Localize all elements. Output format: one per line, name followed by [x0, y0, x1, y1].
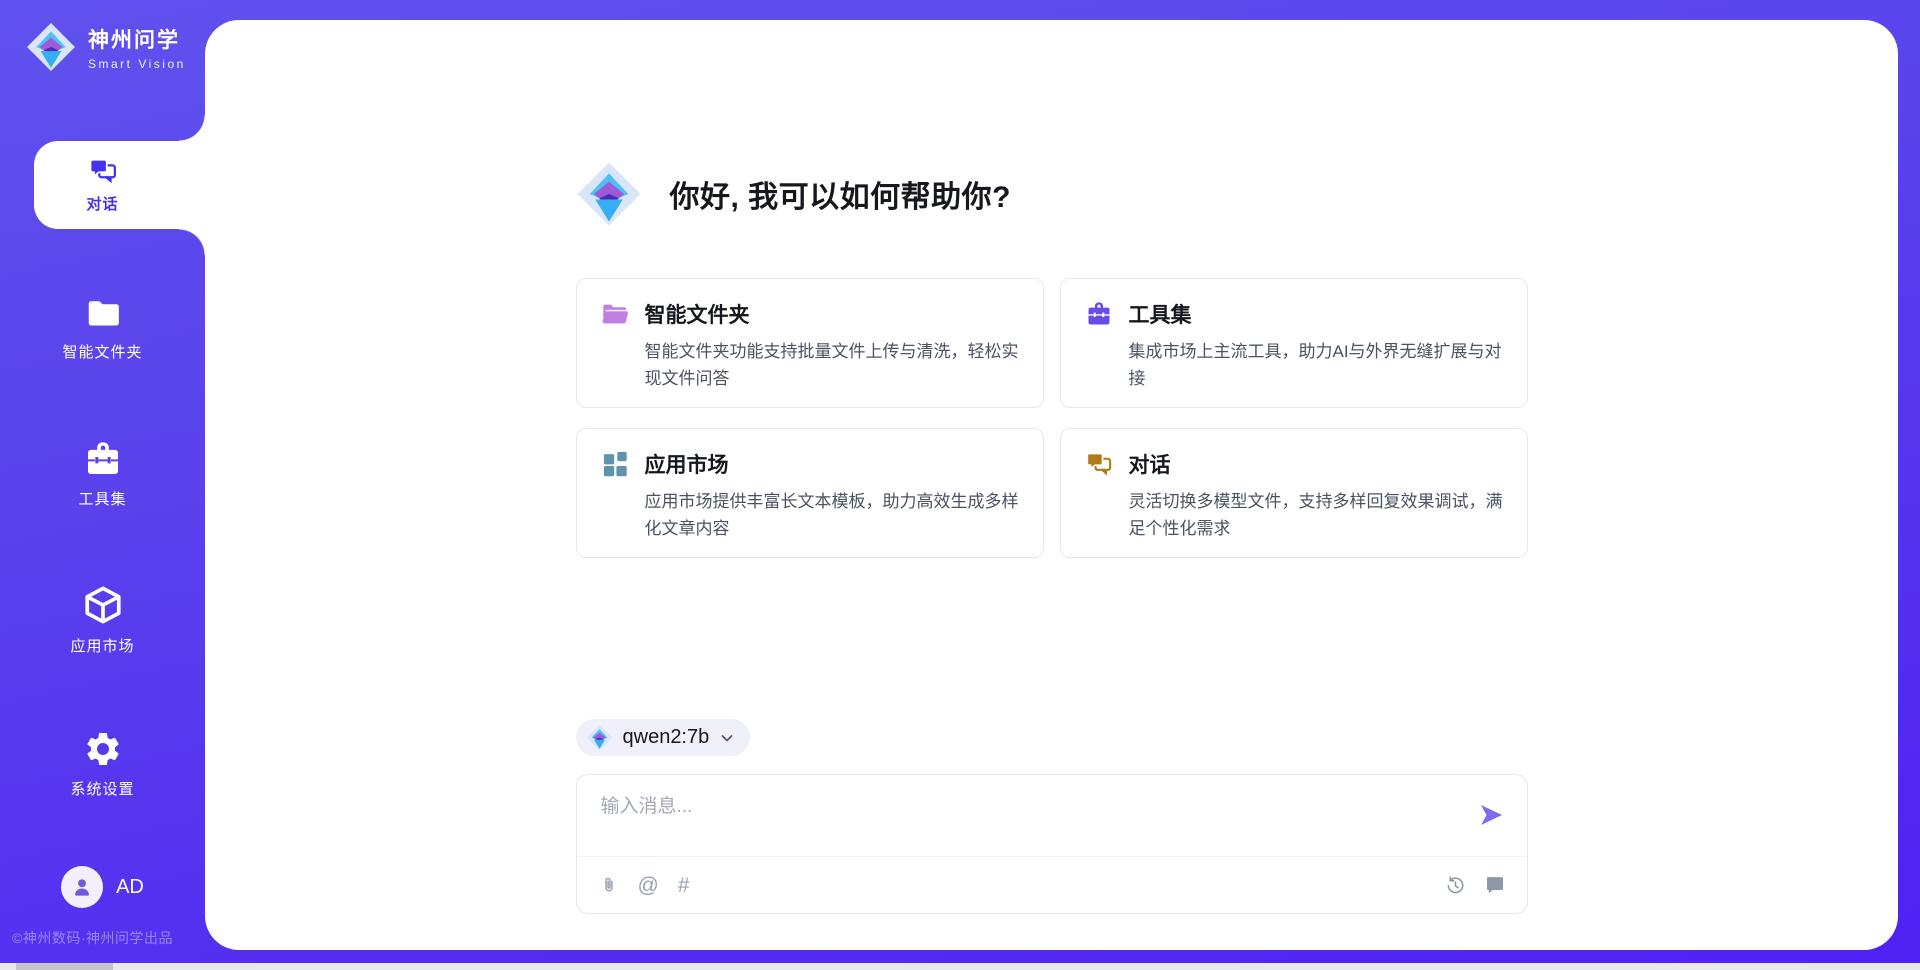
- card-description: 灵活切换多模型文件，支持多样回复效果调试，满足个性化需求: [1129, 489, 1503, 543]
- message-input[interactable]: [601, 791, 1447, 847]
- card-smart-folder[interactable]: 智能文件夹 智能文件夹功能支持批量文件上传与清洗，轻松实现文件问答: [576, 278, 1044, 408]
- sidebar-item-settings[interactable]: 系统设置: [0, 729, 205, 799]
- composer: @ #: [576, 774, 1528, 914]
- main-content: 你好, 我可以如何帮助你? 智能文件夹 智能文件夹功能支持批量文件上传与清洗，轻…: [576, 20, 1528, 914]
- brand-name: 神州问学: [88, 24, 186, 54]
- brand-logo-icon: [26, 22, 76, 72]
- card-chat[interactable]: 对话 灵活切换多模型文件，支持多样回复效果调试，满足个性化需求: [1060, 428, 1528, 558]
- history-icon[interactable]: [1445, 875, 1466, 896]
- app-root: 你好, 我可以如何帮助你? 智能文件夹 智能文件夹功能支持批量文件上传与清洗，轻…: [0, 0, 1920, 970]
- sidebar: 神州问学 Smart Vision 对话 智能文件夹: [0, 0, 205, 970]
- card-head: 对话: [1085, 449, 1503, 479]
- brand: 神州问学 Smart Vision: [26, 22, 186, 72]
- model-selector-label: qwen2:7b: [623, 726, 710, 749]
- gear-icon: [83, 729, 123, 769]
- user-initials: AD: [116, 876, 144, 899]
- composer-toolbar: @ #: [577, 856, 1527, 913]
- brand-text: 神州问学 Smart Vision: [88, 24, 186, 71]
- card-title: 智能文件夹: [645, 299, 750, 329]
- composer-actions: [1445, 875, 1505, 896]
- attachment-icon[interactable]: [599, 874, 619, 896]
- card-title: 对话: [1129, 449, 1171, 479]
- market-grid-icon: [601, 450, 629, 478]
- sidebar-item-chat[interactable]: 对话: [34, 141, 205, 229]
- card-toolkit[interactable]: 工具集 集成市场上主流工具，助力AI与外界无缝扩展与对接: [1060, 278, 1528, 408]
- mention-icon[interactable]: @: [638, 875, 659, 896]
- folder-icon: [84, 294, 122, 332]
- model-selector[interactable]: qwen2:7b: [576, 719, 751, 756]
- main-panel: 你好, 我可以如何帮助你? 智能文件夹 智能文件夹功能支持批量文件上传与清洗，轻…: [205, 20, 1898, 950]
- card-app-market[interactable]: 应用市场 应用市场提供丰富长文本模板，助力高效生成多样化文章内容: [576, 428, 1044, 558]
- person-icon: [69, 874, 95, 900]
- feature-cards: 智能文件夹 智能文件夹功能支持批量文件上传与清洗，轻松实现文件问答 工具集 集成…: [576, 278, 1528, 558]
- folder-open-icon: [601, 300, 629, 328]
- sidebar-item-label: 系统设置: [70, 778, 134, 799]
- send-icon: [1477, 801, 1505, 829]
- copyright-text: ©神州数码·神州问学出品: [12, 928, 173, 948]
- horizontal-scrollbar-thumb[interactable]: [16, 963, 113, 970]
- sidebar-item-label: 对话: [86, 193, 118, 214]
- card-head: 工具集: [1085, 299, 1503, 329]
- sidebar-item-app-market[interactable]: 应用市场: [0, 584, 205, 656]
- sidebar-item-label: 智能文件夹: [62, 341, 142, 362]
- sidebar-item-label: 工具集: [78, 488, 126, 509]
- horizontal-scrollbar: [0, 963, 1920, 970]
- cube-icon: [82, 584, 124, 626]
- user-profile[interactable]: AD: [0, 866, 205, 908]
- card-description: 集成市场上主流工具，助力AI与外界无缝扩展与对接: [1129, 339, 1503, 393]
- card-description: 智能文件夹功能支持批量文件上传与清洗，轻松实现文件问答: [645, 339, 1019, 393]
- greeting: 你好, 我可以如何帮助你?: [576, 162, 1528, 226]
- composer-tools: @ #: [599, 874, 690, 896]
- model-diamond-icon: [586, 724, 613, 751]
- hashtag-icon[interactable]: #: [678, 875, 690, 896]
- sidebar-item-smart-folder[interactable]: 智能文件夹: [0, 294, 205, 362]
- card-head: 应用市场: [601, 449, 1019, 479]
- sidebar-item-label: 应用市场: [70, 635, 134, 656]
- toolkit-icon: [83, 439, 123, 479]
- card-title: 应用市场: [645, 449, 729, 479]
- card-head: 智能文件夹: [601, 299, 1019, 329]
- sidebar-item-toolkit[interactable]: 工具集: [0, 439, 205, 509]
- comment-icon[interactable]: [1485, 875, 1505, 895]
- toolkit-icon: [1085, 300, 1113, 328]
- send-button[interactable]: [1477, 801, 1505, 829]
- chat-icon: [88, 156, 118, 186]
- avatar: [61, 866, 103, 908]
- card-description: 应用市场提供丰富长文本模板，助力高效生成多样化文章内容: [645, 489, 1019, 543]
- assistant-diamond-icon: [576, 161, 642, 227]
- card-title: 工具集: [1129, 299, 1192, 329]
- greeting-title: 你好, 我可以如何帮助你?: [670, 172, 1012, 216]
- chat-icon: [1085, 450, 1113, 478]
- brand-subtitle: Smart Vision: [88, 57, 186, 71]
- chevron-down-icon: [719, 730, 735, 746]
